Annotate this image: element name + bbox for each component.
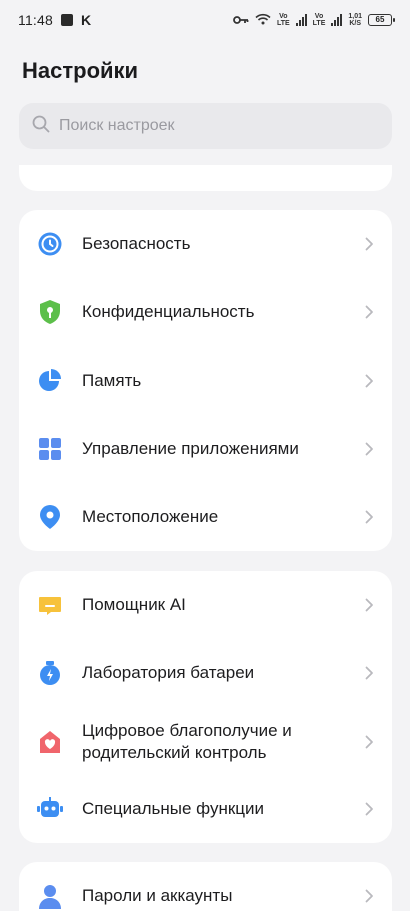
chevron-right-icon (362, 596, 376, 614)
settings-item-battery-lab[interactable]: Лаборатория батареи (19, 639, 392, 707)
chevron-right-icon (362, 887, 376, 905)
chevron-right-icon (362, 664, 376, 682)
settings-item-storage[interactable]: Память (19, 347, 392, 415)
signal-2-icon (331, 14, 343, 26)
accessibility-robot-icon (37, 796, 63, 822)
notification-square-icon (61, 14, 73, 26)
settings-card-system: Безопасность Конфиденциальность Память У… (19, 210, 392, 551)
ai-assistant-icon (37, 592, 63, 618)
battery-icon: 65 (368, 14, 395, 26)
notification-k-icon: K (81, 12, 92, 28)
signal-1-icon (295, 14, 307, 26)
battery-lab-icon (37, 660, 63, 686)
settings-card-previous (19, 165, 392, 191)
settings-item-label: Управление приложениями (82, 439, 299, 458)
settings-card-features: Помощник AI Лаборатория батареи Цифровое… (19, 571, 392, 843)
settings-item-label: Пароли и аккаунты (82, 886, 233, 905)
wifi-icon (255, 12, 271, 28)
settings-item-security[interactable]: Безопасность (19, 210, 392, 278)
status-bar: 11:48 K Vo LTE Vo LTE 1,01 K/S 65 (0, 0, 410, 40)
chevron-right-icon (362, 733, 376, 751)
apps-grid-icon (37, 436, 63, 462)
settings-item-label: Помощник AI (82, 595, 186, 614)
volte-1-label: Vo LTE (276, 13, 290, 27)
settings-item-location[interactable]: Местоположение (19, 483, 392, 551)
settings-item-accounts[interactable]: Пароли и аккаунты (19, 862, 392, 911)
page-title: Настройки (22, 58, 139, 83)
settings-item-ai-assistant[interactable]: Помощник AI (19, 571, 392, 639)
wellbeing-icon (37, 729, 63, 755)
chevron-right-icon (362, 800, 376, 818)
settings-item-digital-wellbeing[interactable]: Цифровое благополучие и родительский кон… (19, 707, 392, 777)
settings-item-accessibility[interactable]: Специальные функции (19, 775, 392, 843)
settings-item-label: Память (82, 371, 142, 390)
key-icon (233, 12, 249, 28)
privacy-shield-icon (37, 299, 63, 325)
location-pin-icon (37, 504, 63, 530)
chevron-right-icon (362, 303, 376, 321)
chevron-right-icon (362, 508, 376, 526)
chevron-right-icon (362, 440, 376, 458)
settings-item-label: Конфиденциальность (82, 302, 255, 321)
network-speed: 1,01 K/S (348, 13, 362, 27)
settings-item-label: Специальные функции (82, 799, 265, 818)
search-bar[interactable] (19, 103, 392, 149)
settings-item-label: Цифровое благополучие и родительский кон… (82, 721, 292, 762)
accounts-person-icon (37, 883, 63, 909)
storage-pie-icon (37, 368, 63, 394)
security-icon (37, 231, 63, 257)
settings-item-label: Лаборатория батареи (82, 663, 255, 682)
settings-item-label: Безопасность (82, 234, 191, 253)
search-input[interactable] (59, 117, 359, 135)
status-time: 11:48 (18, 12, 53, 28)
chevron-right-icon (362, 372, 376, 390)
status-left: 11:48 K (18, 12, 91, 28)
settings-card-accounts: Пароли и аккаунты (19, 862, 392, 911)
chevron-right-icon (362, 235, 376, 253)
settings-item-label: Местоположение (82, 507, 219, 526)
volte-2-label: Vo LTE (312, 13, 326, 27)
status-right: Vo LTE Vo LTE 1,01 K/S 65 (233, 12, 395, 28)
search-icon (31, 114, 51, 139)
settings-item-app-management[interactable]: Управление приложениями (19, 415, 392, 483)
settings-item-privacy[interactable]: Конфиденциальность (19, 278, 392, 346)
